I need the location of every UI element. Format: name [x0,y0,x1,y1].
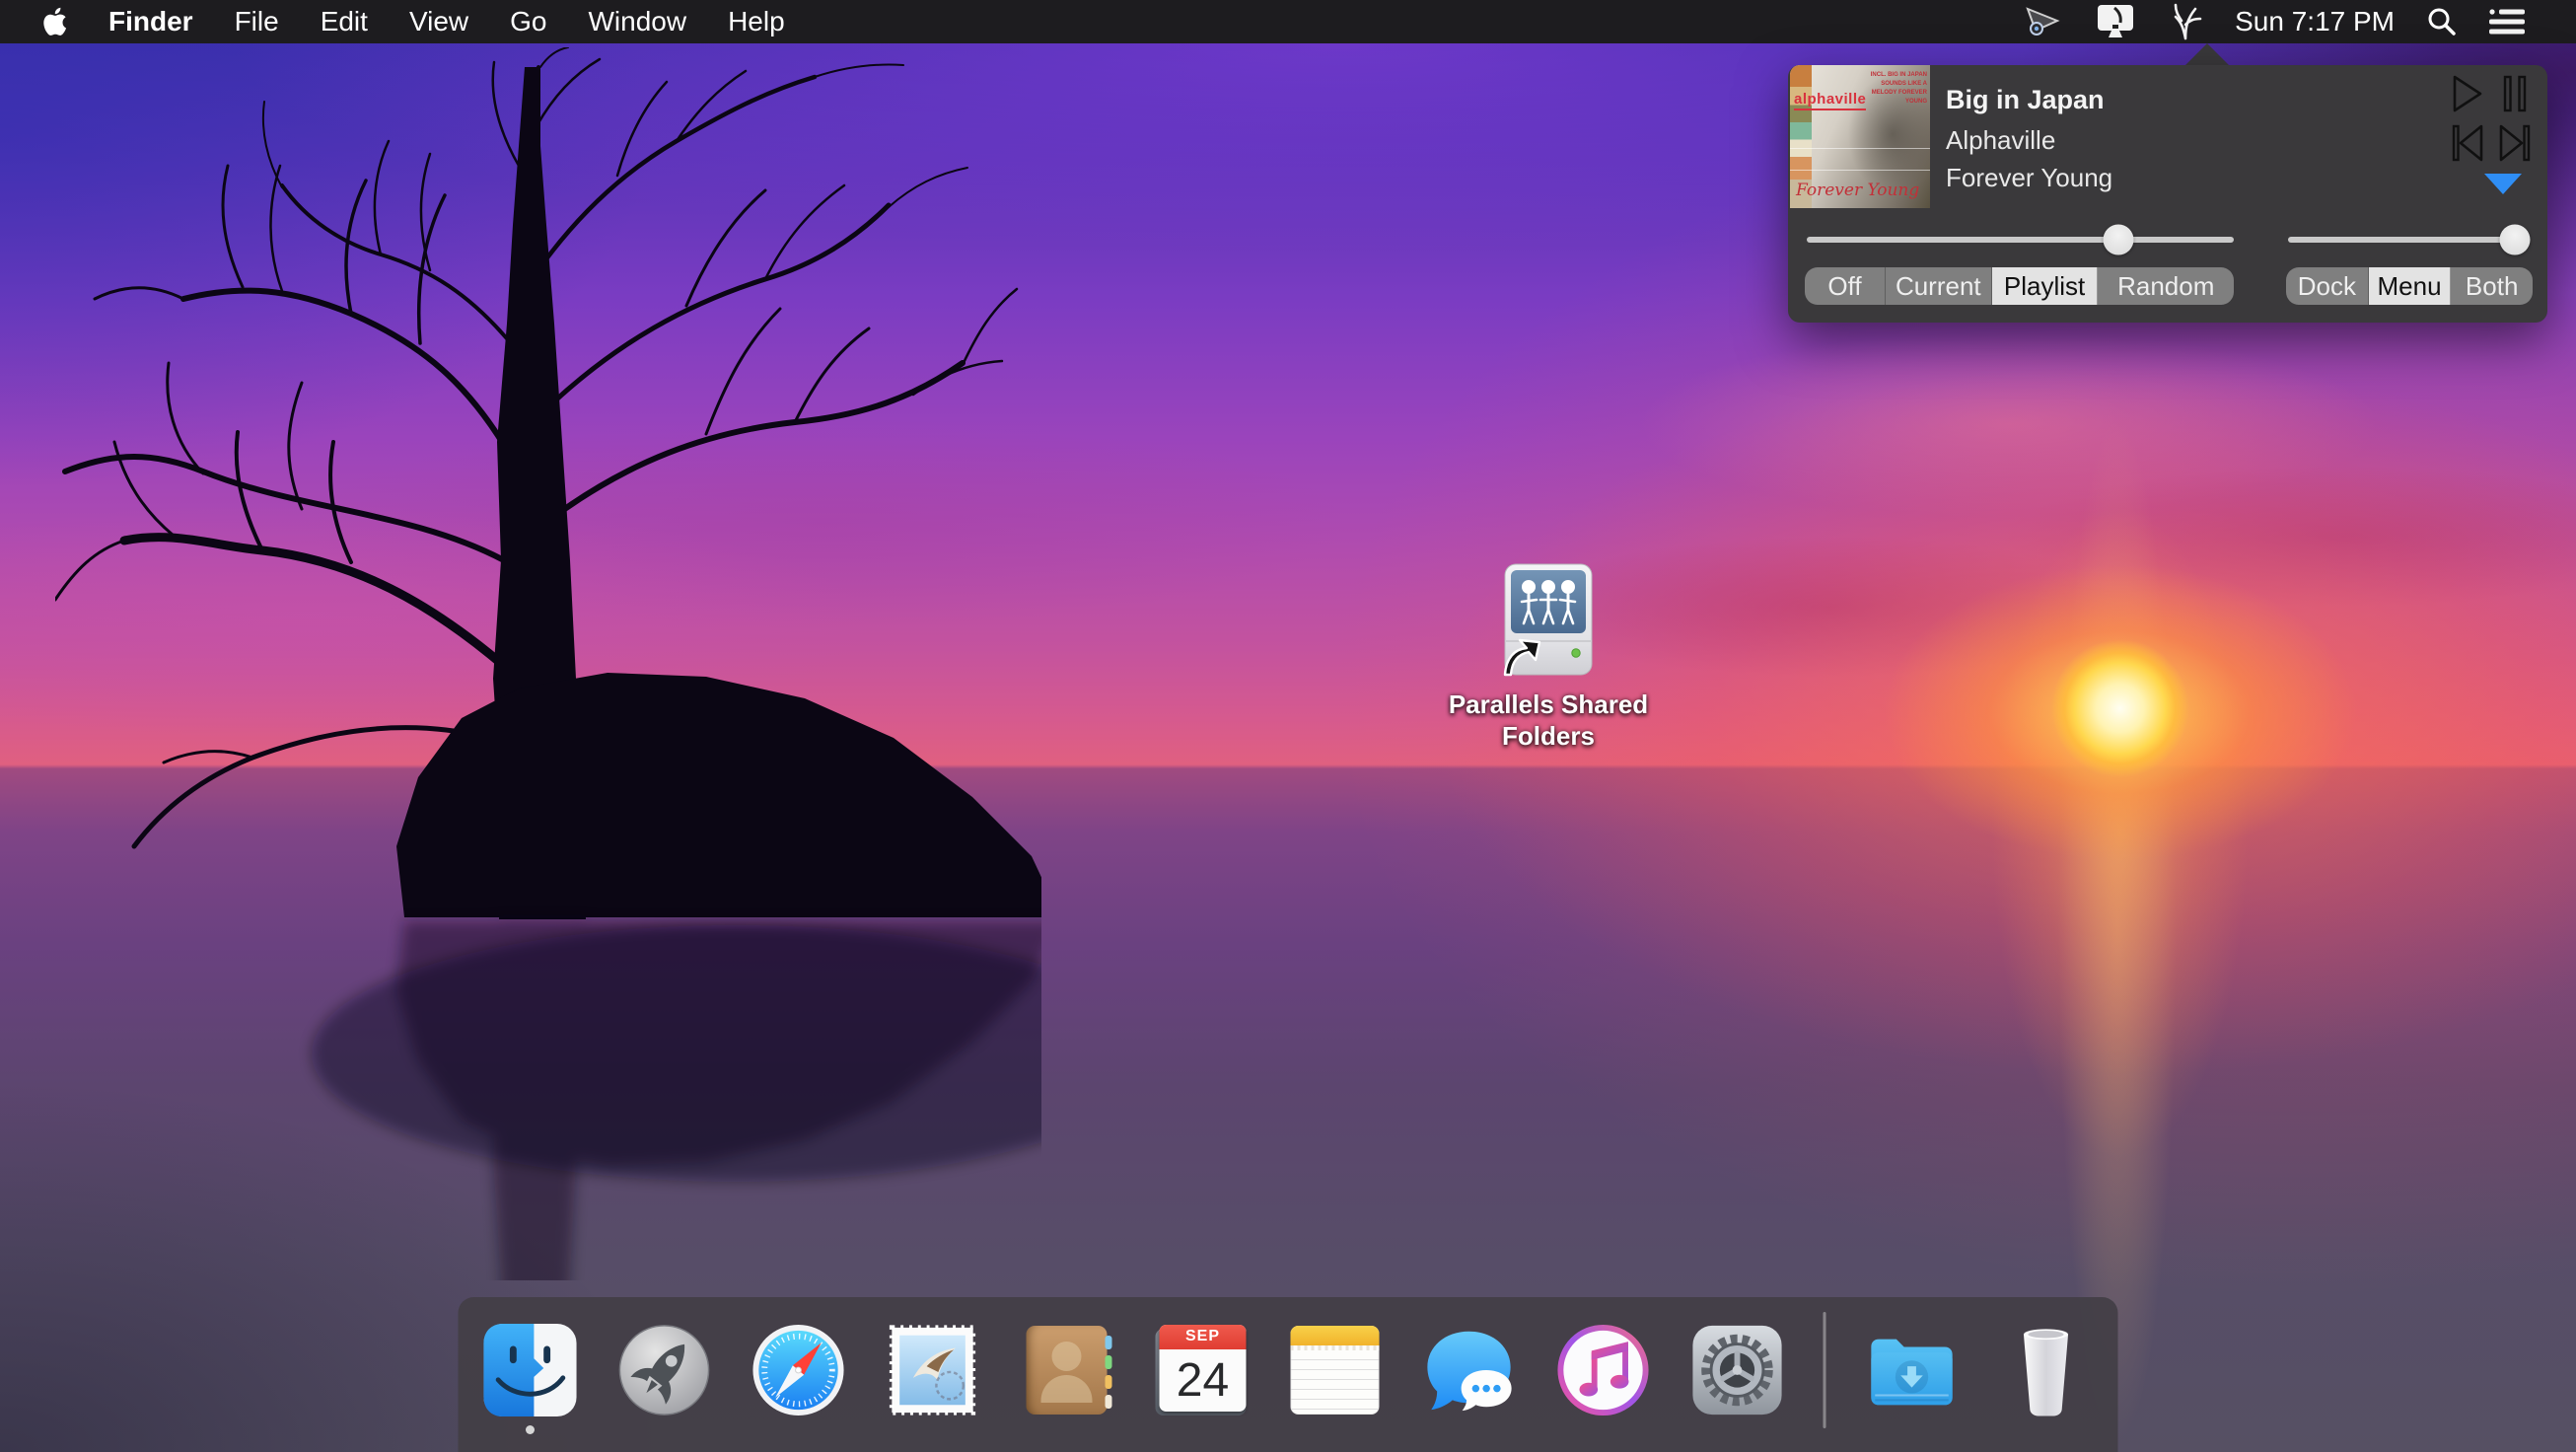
dock-separator [1824,1312,1826,1428]
menubar-left: Finder File Edit View Go Window Help [0,2,785,41]
desktop-icon-parallels-shared-folders[interactable]: Parallels Shared Folders [1425,562,1672,752]
menu-item-edit[interactable]: Edit [321,6,368,37]
tree-island-silhouette [55,47,1041,1280]
menubar-status-area: Sun 7:17 PM [2024,2,2576,41]
music-player-popover: alphaville INCL. BIG IN JAPAN SOUNDS LIK… [1788,65,2547,323]
macos-desktop-screen: Finder File Edit View Go Window Help [0,0,2576,1452]
mail-icon [885,1322,981,1418]
album-art: alphaville INCL. BIG IN JAPAN SOUNDS LIK… [1790,65,1930,208]
spotlight-search-icon[interactable] [2426,2,2458,41]
contacts-icon [1027,1326,1108,1415]
segment-playlist[interactable]: Playlist [1992,267,2099,305]
notification-center-icon[interactable] [2489,2,2525,41]
parallels-actions-icon[interactable] [2024,2,2063,41]
shared-drive-icon [1497,562,1600,681]
next-button[interactable] [2496,123,2534,163]
progress-slider-thumb[interactable] [2104,225,2134,255]
menu-item-view[interactable]: View [409,6,468,37]
track-title: Big in Japan [1946,85,2105,115]
menu-item-window[interactable]: Window [588,6,686,37]
calendar-day: 24 [1160,1349,1247,1412]
notes-icon [1291,1326,1380,1415]
menubar: Finder File Edit View Go Window Help [0,0,2576,43]
volume-slider[interactable] [2288,237,2525,243]
menu-item-finder[interactable]: Finder [108,6,193,37]
downloads-folder-icon [1864,1322,1961,1418]
popover-arrow [2184,43,2230,66]
messages-icon [1421,1322,1518,1418]
launchpad-icon [616,1322,713,1418]
dock-item-calendar[interactable]: SEP 24 [1153,1322,1250,1418]
system-preferences-icon [1689,1322,1786,1418]
album-art-artist-text: alphaville [1794,91,1866,110]
dock-item-itunes[interactable] [1555,1322,1652,1418]
album-art-title-script: Forever Young [1796,181,1919,200]
finder-icon [482,1322,579,1418]
pause-button[interactable] [2496,74,2534,113]
segment-both[interactable]: Both [2451,267,2533,305]
dock-item-downloads[interactable] [1864,1322,1961,1418]
track-album: Forever Young [1946,163,2112,193]
volume-slider-thumb[interactable] [2500,225,2531,255]
dock: SEP 24 [459,1297,2118,1452]
previous-button[interactable] [2449,123,2486,163]
menu-item-help[interactable]: Help [728,6,785,37]
segment-current[interactable]: Current [1886,267,1992,305]
running-indicator-dot [526,1425,535,1434]
album-art-corner-text: INCL. BIG IN JAPAN SOUNDS LIKE A MELODY … [1866,71,1927,107]
apple-menu[interactable] [41,2,67,41]
segment-menu[interactable]: Menu [2369,267,2452,305]
dock-item-mail[interactable] [885,1322,981,1418]
dock-item-messages[interactable] [1421,1322,1518,1418]
safari-icon [751,1322,847,1418]
dock-item-contacts[interactable] [1019,1322,1115,1418]
segment-dock[interactable]: Dock [2286,267,2369,305]
dock-item-system-preferences[interactable] [1689,1322,1786,1418]
dock-item-notes[interactable] [1287,1322,1384,1418]
calendar-month: SEP [1160,1325,1247,1349]
apple-logo-icon [41,7,67,36]
menu-item-file[interactable]: File [235,6,279,37]
play-button[interactable] [2449,74,2486,113]
parallels-desktop-icon[interactable] [2095,2,2136,41]
dock-item-finder[interactable] [482,1322,579,1418]
progress-slider[interactable] [1807,237,2234,243]
display-segmented-control: Dock Menu Both [2286,267,2533,305]
segment-off[interactable]: Off [1805,267,1886,305]
segment-random[interactable]: Random [2098,267,2234,305]
tunes-bird-icon[interactable] [2168,2,2203,41]
dock-item-trash[interactable] [1998,1322,2095,1418]
trash-icon [1998,1322,2095,1418]
itunes-icon [1555,1322,1652,1418]
desktop-icon-label[interactable]: Parallels Shared Folders [1425,690,1672,752]
track-artist: Alphaville [1946,125,2055,156]
transport-controls [2449,74,2534,163]
dock-item-safari[interactable] [751,1322,847,1418]
collapse-button[interactable] [2484,174,2522,194]
calendar-icon: SEP 24 [1156,1325,1247,1416]
menubar-clock[interactable]: Sun 7:17 PM [2235,6,2395,37]
dock-item-launchpad[interactable] [616,1322,713,1418]
shuffle-segmented-control: Off Current Playlist Random [1805,267,2234,305]
menu-item-go[interactable]: Go [510,6,546,37]
